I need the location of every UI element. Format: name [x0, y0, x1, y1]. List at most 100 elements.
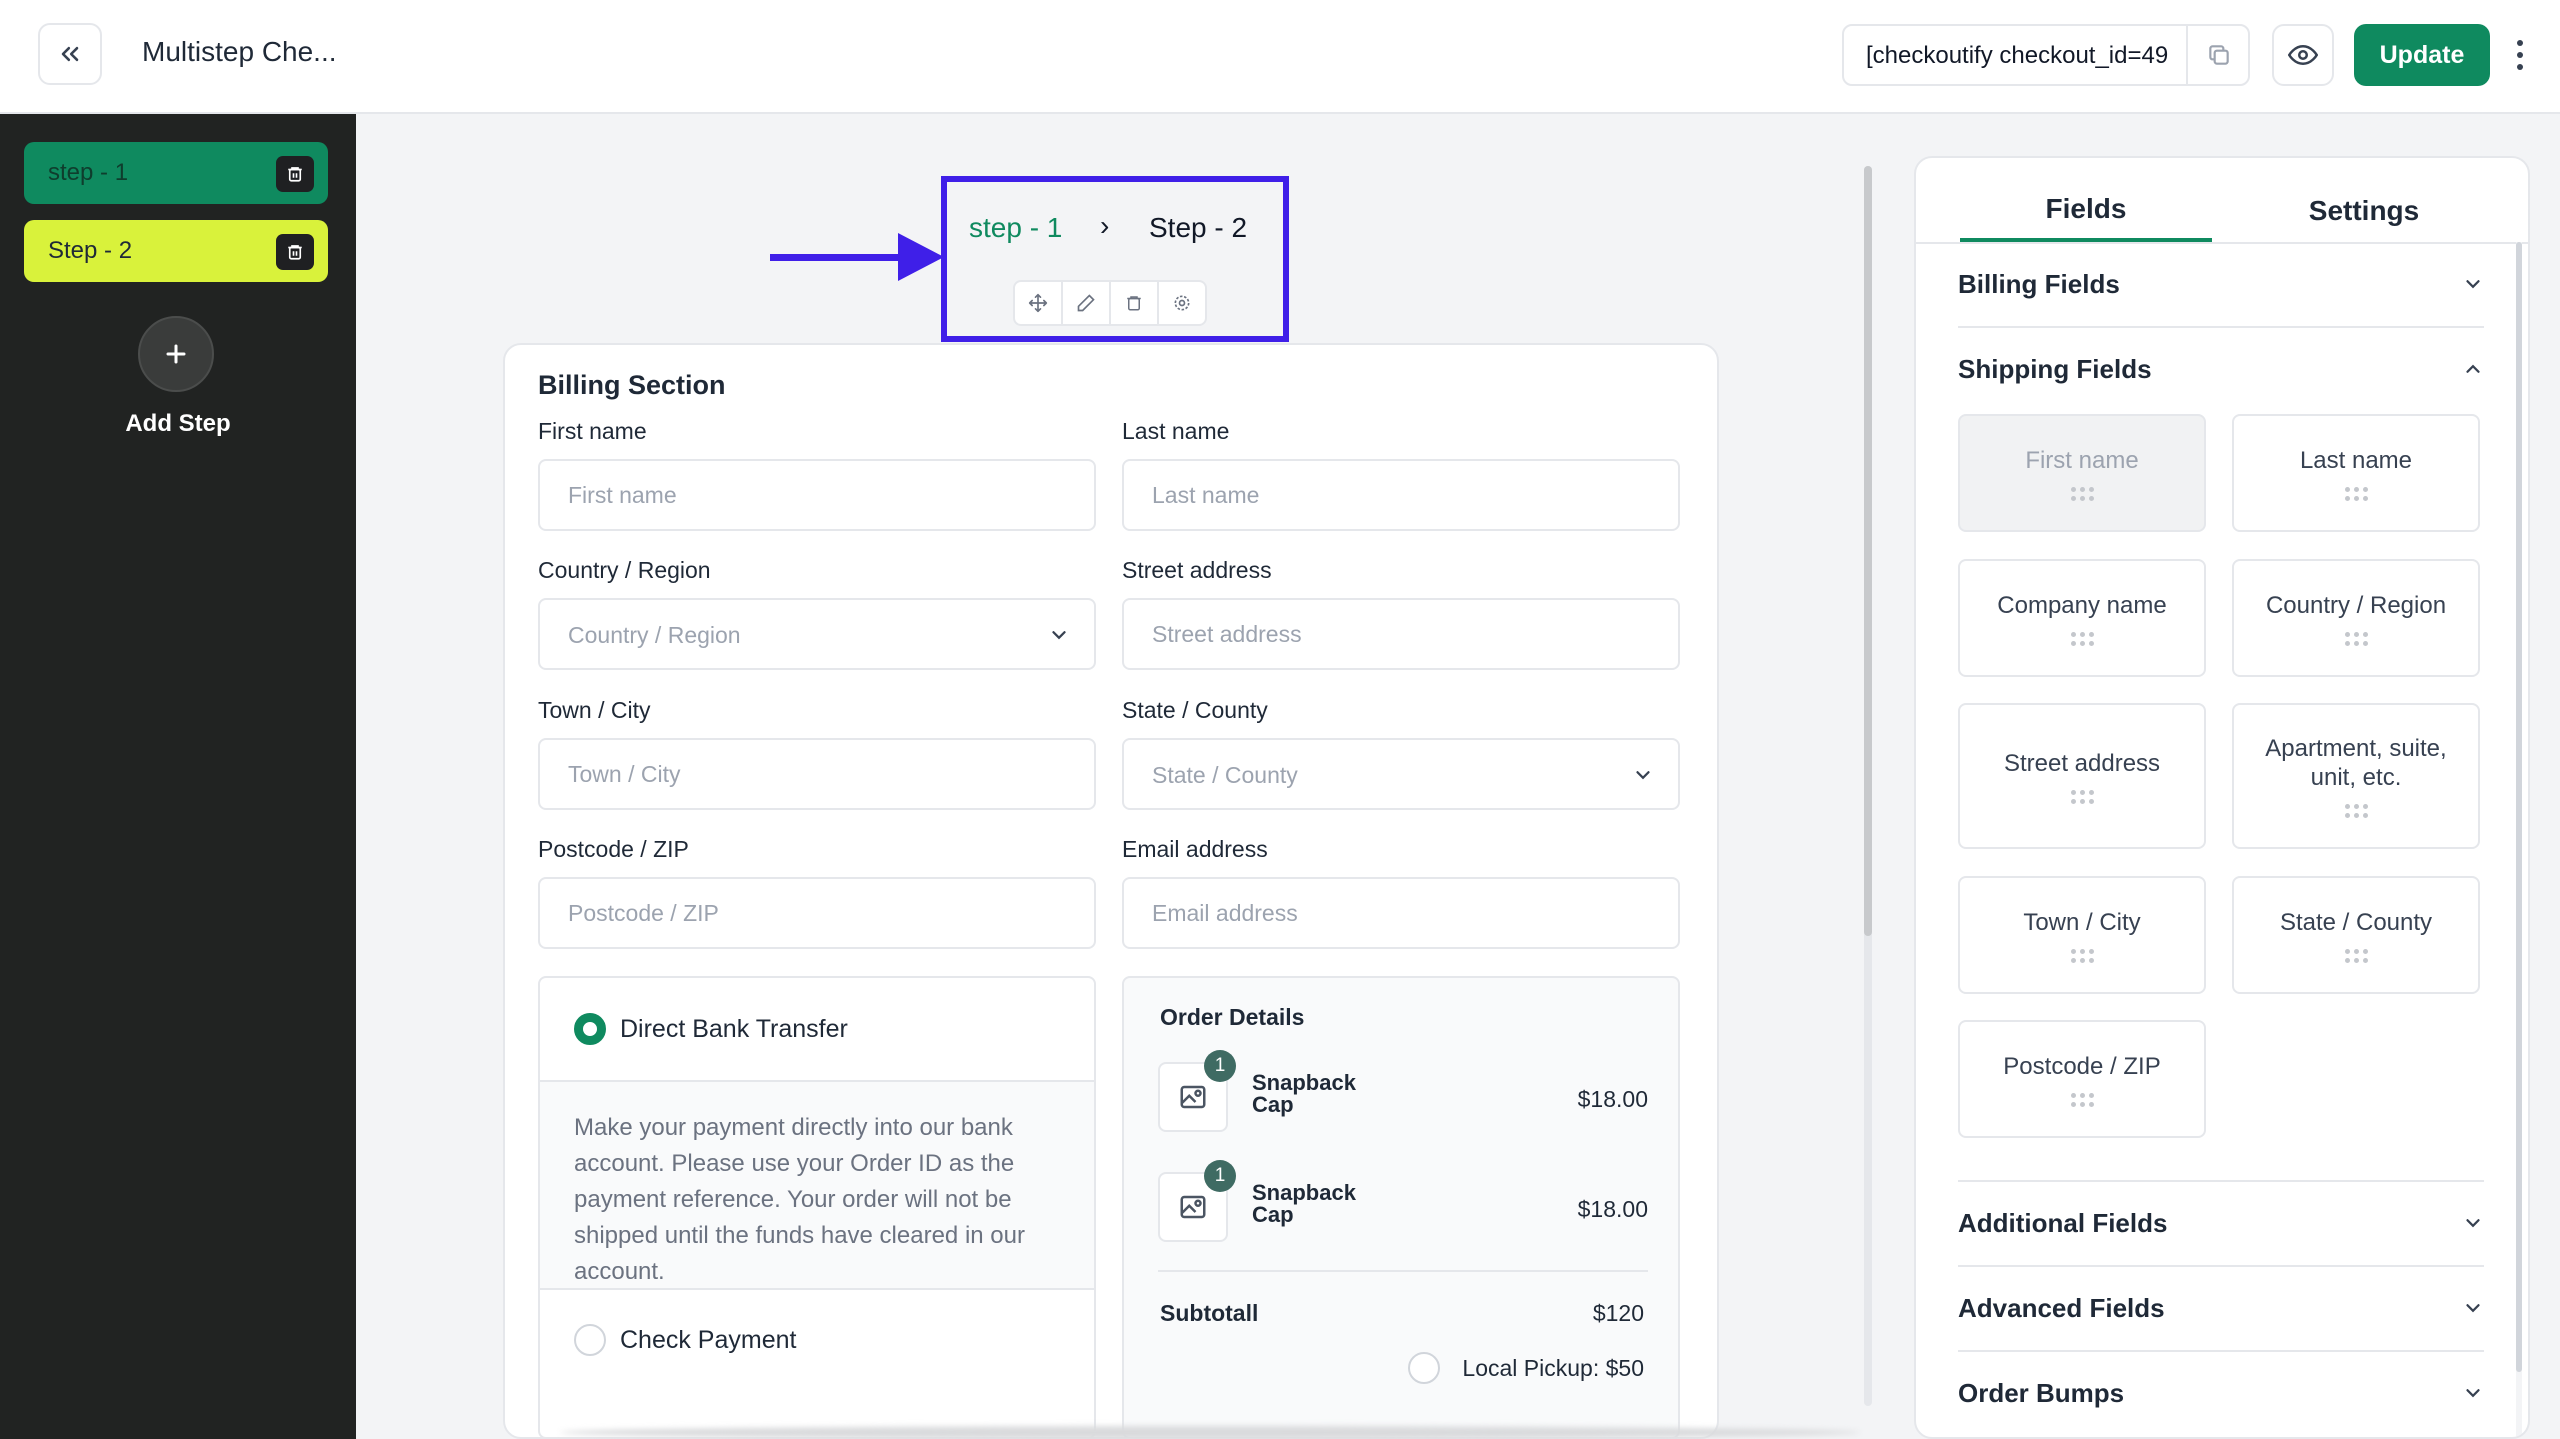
order-item: 1 Snapback Cap $18.00: [1158, 1160, 1648, 1242]
postcode-input[interactable]: [538, 877, 1096, 949]
local-pickup-radio[interactable]: [1408, 1352, 1440, 1384]
tab-settings[interactable]: Settings: [2238, 180, 2490, 242]
chevron-up-icon: [2466, 364, 2480, 373]
accordion-order-bumps[interactable]: Order Bumps: [1958, 1351, 2484, 1435]
annotation-arrow-head: [898, 233, 944, 281]
steps-sidebar: step - 1 Step - 2 Add Step: [0, 114, 356, 1439]
payment-methods-box: Direct Bank Transfer Make your payment d…: [538, 976, 1096, 1439]
field-card-state-county[interactable]: State / County: [2232, 876, 2480, 994]
field-card-company-name[interactable]: Company name: [1958, 559, 2206, 677]
drag-handle-icon[interactable]: [2344, 804, 2368, 818]
postcode-label: Postcode / ZIP: [538, 836, 689, 862]
drag-handle-icon[interactable]: [2070, 948, 2094, 963]
town-city-label: Town / City: [538, 697, 651, 723]
field-card-first-name[interactable]: First name: [1958, 414, 2206, 532]
chevron-down-icon: [2466, 1304, 2480, 1313]
subtotal-label: Subtotall: [1160, 1300, 1259, 1326]
item-price: $18.00: [1577, 1196, 1648, 1222]
quantity-badge: 1: [1204, 1050, 1236, 1082]
shortcode-text[interactable]: [checkoutify checkout_id=49: [1866, 42, 2208, 70]
sidebar-step-label: step - 1: [48, 159, 129, 186]
accordion-shipping-fields[interactable]: Shipping Fields: [1958, 327, 2484, 411]
trash-icon[interactable]: [276, 234, 314, 270]
last-name-input[interactable]: [1122, 459, 1680, 531]
bank-transfer-description: Make your payment directly into our bank…: [540, 1080, 1094, 1290]
collapse-back-button[interactable]: [38, 23, 102, 85]
panel-scrollbar-thumb[interactable]: [2516, 242, 2522, 1372]
sidebar-step-1[interactable]: step - 1: [24, 142, 328, 204]
bank-transfer-label: Direct Bank Transfer: [620, 1014, 848, 1043]
chevron-down-icon: [2466, 280, 2480, 289]
trash-icon[interactable]: [276, 156, 314, 192]
field-card-street-address[interactable]: Street address: [1958, 703, 2206, 849]
update-button[interactable]: Update: [2354, 24, 2490, 86]
field-card-last-name[interactable]: Last name: [2232, 414, 2480, 532]
field-card-label: Town / City: [2023, 908, 2141, 936]
chevron-down-icon: [2466, 1389, 2480, 1398]
double-chevron-left-icon: [61, 46, 79, 62]
street-address-input[interactable]: [1122, 598, 1680, 670]
drag-handle-icon[interactable]: [2344, 948, 2368, 963]
state-county-select[interactable]: State / County: [1122, 738, 1680, 810]
field-card-country-region[interactable]: Country / Region: [2232, 559, 2480, 677]
step-toolbar: [1013, 280, 1207, 326]
field-card-apartment[interactable]: Apartment, suite, unit, etc.: [2232, 703, 2480, 849]
item-name: Snapback Cap: [1252, 1070, 1356, 1117]
radio-unchecked-icon[interactable]: [574, 1324, 606, 1356]
order-details-title: Order Details: [1160, 1004, 1305, 1030]
accordion-label: Billing Fields: [1958, 268, 2120, 299]
edit-pencil-icon[interactable]: [1063, 282, 1111, 324]
payment-option-check[interactable]: Check Payment: [540, 1290, 1094, 1390]
payment-option-bank-transfer[interactable]: Direct Bank Transfer: [540, 978, 1094, 1080]
canvas-scrollbar-thumb[interactable]: [1864, 166, 1872, 936]
step-nav-step-1[interactable]: step - 1: [969, 212, 1062, 244]
accordion-label: Additional Fields: [1958, 1207, 2168, 1238]
fields-panel: Fields Settings Billing Fields Shipping …: [1914, 156, 2530, 1439]
drag-handle-icon[interactable]: [2070, 486, 2094, 501]
drag-handle-icon[interactable]: [2344, 631, 2368, 646]
field-card-label: Last name: [2299, 446, 2413, 474]
state-select-placeholder: State / County: [1152, 762, 1298, 788]
accordion-billing-fields[interactable]: Billing Fields: [1958, 242, 2484, 326]
field-card-town-city[interactable]: Town / City: [1958, 876, 2206, 994]
copy-shortcode-button[interactable]: [2186, 24, 2250, 86]
accordion-label: Order Bumps: [1958, 1377, 2125, 1408]
field-card-label: State / County: [2279, 908, 2433, 936]
drag-handle-icon[interactable]: [2070, 631, 2094, 646]
town-city-input[interactable]: [538, 738, 1096, 810]
field-card-label: Apartment, suite, unit, etc.: [2265, 735, 2447, 791]
more-options-kebab-icon[interactable]: [2506, 30, 2534, 80]
accordion-label: Shipping Fields: [1958, 353, 2152, 384]
country-select[interactable]: Country / Region: [538, 598, 1096, 670]
add-step-label[interactable]: Add Step: [0, 410, 356, 438]
field-card-label: First name: [2025, 446, 2139, 474]
eye-icon: [2288, 44, 2318, 66]
drag-handle-icon[interactable]: [2344, 486, 2368, 501]
add-step-button[interactable]: [138, 316, 214, 392]
subtotal-value: $120: [1592, 1300, 1644, 1326]
bottom-shadow: [560, 1426, 1860, 1439]
drag-handle-icon[interactable]: [2070, 1092, 2094, 1107]
tab-fields[interactable]: Fields: [1960, 180, 2212, 242]
email-input[interactable]: [1122, 877, 1680, 949]
delete-trash-icon[interactable]: [1111, 282, 1159, 324]
item-name: Snapback Cap: [1252, 1180, 1356, 1227]
field-card-postcode-zip[interactable]: Postcode / ZIP: [1958, 1020, 2206, 1138]
country-select-placeholder: Country / Region: [568, 622, 741, 648]
preview-button[interactable]: [2272, 24, 2334, 86]
plus-icon: [166, 344, 186, 364]
drag-handle-icon[interactable]: [2070, 789, 2094, 804]
field-card-label: Postcode / ZIP: [2003, 1052, 2161, 1080]
page-title: Multistep Che...: [142, 36, 337, 67]
move-icon[interactable]: [1015, 282, 1063, 324]
first-name-input[interactable]: [538, 459, 1096, 531]
accordion-additional-fields[interactable]: Additional Fields: [1958, 1181, 2484, 1265]
settings-gear-icon[interactable]: [1159, 282, 1205, 324]
step-nav-step-2[interactable]: Step - 2: [1149, 212, 1247, 244]
sidebar-step-label: Step - 2: [48, 237, 133, 264]
chevron-down-icon: [2466, 1219, 2480, 1228]
accordion-advanced-fields[interactable]: Advanced Fields: [1958, 1266, 2484, 1350]
top-header: Multistep Che... [checkoutify checkout_i…: [0, 0, 2560, 114]
radio-checked-icon[interactable]: [574, 1013, 606, 1045]
sidebar-step-2[interactable]: Step - 2: [24, 220, 328, 282]
